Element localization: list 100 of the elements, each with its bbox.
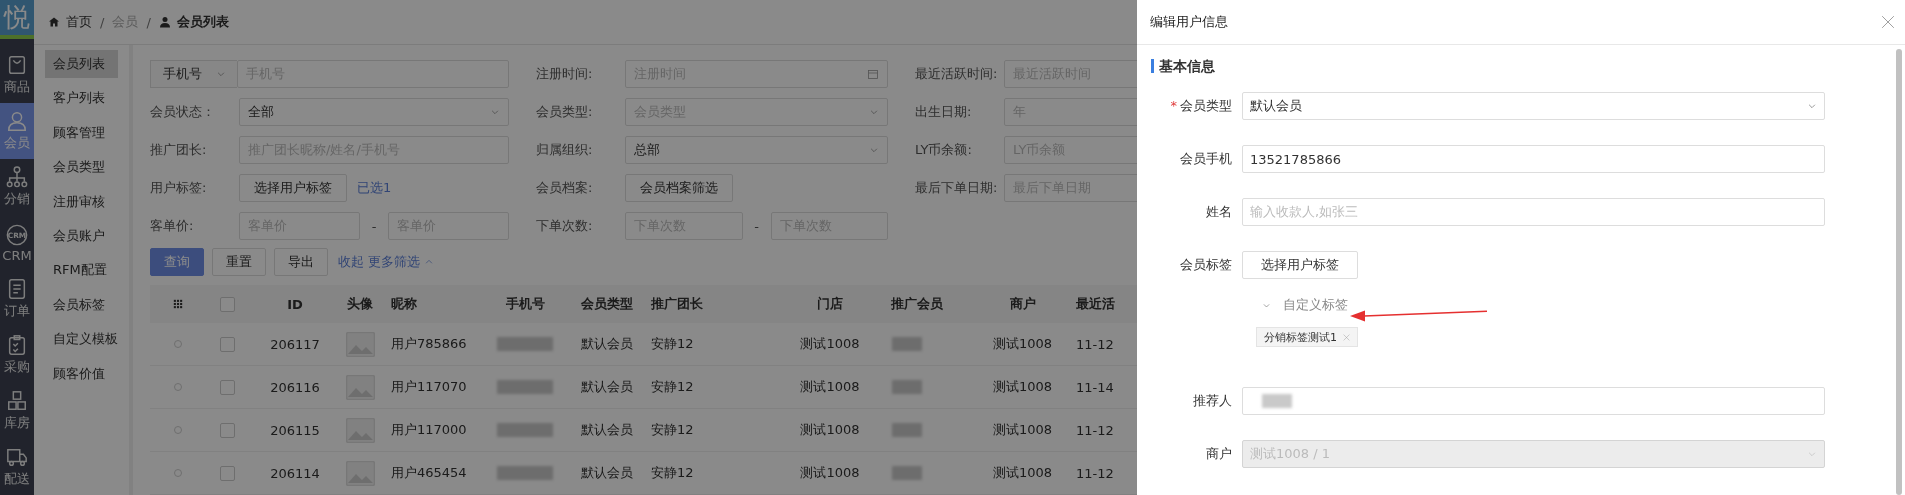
nav-item[interactable]: 采购 <box>0 327 34 383</box>
select-field[interactable]: 手机号 <box>150 60 237 88</box>
image-placeholder-icon <box>345 331 375 357</box>
table-cell-text: 206115 <box>269 422 321 438</box>
select-all-checkbox[interactable] <box>220 296 235 312</box>
field-label: 最后下单日期: <box>915 179 999 197</box>
column-header: 最近活 <box>1075 295 1116 313</box>
nav-item[interactable]: 库房 <box>0 383 34 439</box>
select-field[interactable]: 默认会员 <box>1242 92 1825 120</box>
select-field[interactable]: 总部 <box>625 136 888 164</box>
breadcrumb-separator: / <box>100 14 105 30</box>
chevron-down-icon <box>490 107 500 117</box>
table-cell-text: 默认会员 <box>580 421 634 439</box>
table-cell-text: 11-14 <box>1075 379 1115 395</box>
column-header: 会员类型 <box>580 295 634 313</box>
document-icon <box>6 278 28 300</box>
row-checkbox[interactable] <box>220 465 235 481</box>
select-field[interactable]: 全部 <box>239 98 509 126</box>
hierarchy-icon <box>6 166 28 188</box>
redacted-text <box>497 380 553 394</box>
nav-item[interactable]: 配送 <box>0 439 34 495</box>
field-label: 推荐人 <box>1192 392 1233 410</box>
bag-icon <box>6 54 28 76</box>
submenu-item[interactable]: RFM配置 <box>45 256 118 285</box>
table-cell-text: 安静12 <box>650 464 695 482</box>
image-placeholder-icon <box>345 460 375 486</box>
table-cell-text: 206116 <box>269 379 321 395</box>
submenu-item[interactable]: 会员标签 <box>45 290 118 319</box>
field-label: 会员标签 <box>1179 256 1233 274</box>
column-settings-icon <box>172 299 183 309</box>
table-cell-text: 206114 <box>269 465 321 481</box>
table-cell-text: 安静12 <box>650 335 695 353</box>
selected-count-link[interactable]: 已选1 <box>357 179 392 197</box>
submenu-item[interactable]: 会员账户 <box>45 221 118 250</box>
table-cell-text: 测试1008 <box>991 464 1054 482</box>
row-checkbox[interactable] <box>220 422 235 438</box>
row-checkbox[interactable] <box>220 336 235 352</box>
chevron-down-icon <box>1807 449 1817 459</box>
field-label: 姓名 <box>1205 203 1233 221</box>
home-icon <box>48 16 60 28</box>
submenu-item[interactable]: 注册审核 <box>45 187 118 216</box>
nav-item[interactable]: 订单 <box>0 271 34 327</box>
field-label: 客单价: <box>150 217 195 235</box>
nav-item[interactable]: 商品 <box>0 47 34 103</box>
table-cell-text: 默认会员 <box>580 464 634 482</box>
submenu-item[interactable]: 顾客管理 <box>45 118 118 147</box>
table-cell-text: 用户465454 <box>390 464 468 482</box>
field-label: LY币余额: <box>915 141 973 159</box>
field-label: 归属组织: <box>536 141 594 159</box>
redacted-text <box>497 466 553 480</box>
scrollbar[interactable] <box>1896 49 1902 495</box>
field-label: * 会员类型 <box>1169 97 1233 115</box>
field-label: 会员状态： <box>150 103 216 121</box>
submenu-item[interactable]: 会员类型 <box>45 153 118 182</box>
action-button[interactable]: 导出 <box>274 248 328 276</box>
table-cell-text: 用户785866 <box>390 335 468 353</box>
submenu-item[interactable]: 顾客价值 <box>45 359 118 388</box>
submenu-item[interactable]: 会员列表 <box>45 50 118 78</box>
breadcrumb-link[interactable]: 首页 <box>48 13 92 31</box>
nav-item[interactable]: 分销 <box>0 159 34 215</box>
app-logo: 悦 <box>0 0 34 39</box>
search-button[interactable]: 查询 <box>150 248 204 276</box>
input-field[interactable] <box>1242 387 1825 415</box>
image-placeholder-icon <box>345 374 375 400</box>
collapse-filters-link[interactable]: 收起 更多筛选 <box>338 253 435 271</box>
redacted-text <box>892 423 922 437</box>
blocks-icon <box>6 390 28 412</box>
field-label: 注册时间: <box>536 65 594 83</box>
redacted-text <box>892 466 922 480</box>
select-button[interactable]: 选择用户标签 <box>239 174 347 202</box>
field-label: 推广团长: <box>150 141 208 159</box>
clipboard-icon <box>6 334 28 356</box>
table-cell-text: 测试1008 <box>799 335 861 353</box>
table-cell-text: 测试1008 <box>799 421 861 439</box>
row-checkbox[interactable] <box>220 379 235 395</box>
submenu-item[interactable]: 客户列表 <box>45 84 118 113</box>
input-field[interactable]: 13521785866 <box>1242 145 1825 173</box>
column-header: 昵称 <box>390 295 418 313</box>
image-placeholder-icon <box>345 417 375 443</box>
close-icon[interactable] <box>1881 15 1895 29</box>
chevron-up-icon <box>424 257 435 267</box>
table-cell-text: 用户117000 <box>390 421 468 439</box>
nav-item[interactable]: 会员 <box>0 103 34 159</box>
select-tags-button[interactable]: 选择用户标签 <box>1242 251 1358 279</box>
person-icon <box>6 110 28 132</box>
drawer-title: 编辑用户信息 <box>1150 13 1228 31</box>
table-cell-text: 11-12 <box>1075 422 1115 438</box>
action-button[interactable]: 重置 <box>212 248 266 276</box>
select-button[interactable]: 会员档案筛选 <box>625 174 733 202</box>
column-header: 头像 <box>346 295 374 313</box>
table-cell-text: 安静12 <box>650 378 695 396</box>
chevron-down-icon <box>215 69 226 79</box>
field-label: 会员类型: <box>536 103 594 121</box>
submenu-item[interactable]: 自定义模板 <box>45 325 118 354</box>
nav-item[interactable]: CRM CRM <box>0 215 34 271</box>
column-header: ID <box>286 296 304 312</box>
table-cell-text: 206117 <box>269 336 321 352</box>
column-header: 门店 <box>816 295 844 313</box>
table-cell-text: 11-12 <box>1075 336 1115 352</box>
close-icon[interactable] <box>1343 333 1350 341</box>
